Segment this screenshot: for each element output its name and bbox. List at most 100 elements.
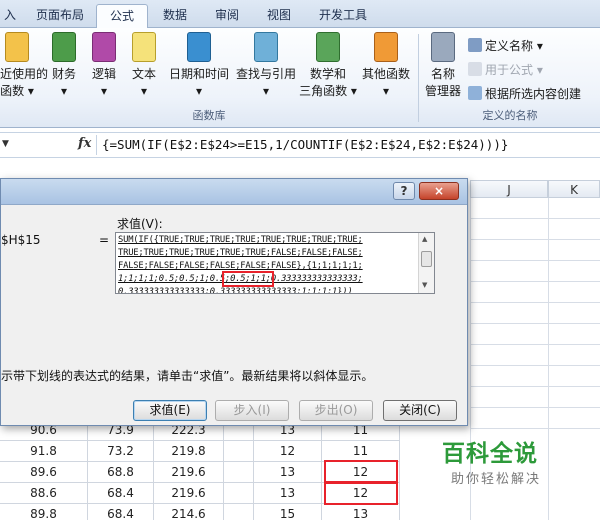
formula-bar-divider — [96, 135, 97, 155]
gridline — [470, 386, 600, 387]
cell[interactable]: 12 — [254, 441, 322, 462]
help-button[interactable]: ? — [393, 182, 415, 200]
evaluation-label: 求值(V): — [117, 217, 163, 231]
cell[interactable]: 91.8 — [0, 441, 88, 462]
lookup-book-icon — [254, 32, 278, 62]
logical-button[interactable]: 逻辑 ▾ — [88, 32, 120, 104]
group-divider — [418, 34, 419, 122]
use-in-formula-button[interactable]: 用于公式 ▾ — [468, 60, 543, 80]
dialog-close-button[interactable]: × — [419, 182, 459, 200]
formula-input[interactable]: {=SUM(IF(E$2:E$24>=E15,1/COUNTIF(E$2:E$2… — [102, 137, 508, 152]
defined-names-group-label: 定义的名称 — [482, 109, 538, 122]
define-name-icon — [468, 38, 482, 52]
cell[interactable]: 68.4 — [88, 504, 154, 520]
cell[interactable] — [224, 441, 254, 462]
watermark-title: 百科全说 — [442, 441, 538, 467]
cell[interactable] — [224, 504, 254, 520]
gridline — [470, 407, 600, 408]
gridline — [470, 260, 600, 261]
gridline — [470, 428, 600, 429]
function-library-group-label: 函数库 — [192, 109, 226, 122]
step-in-button[interactable]: 步入(I) — [215, 400, 289, 421]
scroll-thumb[interactable] — [421, 251, 432, 267]
table-row: 91.8 73.2 219.8 12 11 — [0, 441, 400, 462]
step-out-button[interactable]: 步出(O) — [299, 400, 373, 421]
more-functions-button[interactable]: 其他函数 ▾ — [358, 32, 414, 104]
tab-formulas[interactable]: 公式 — [96, 4, 148, 29]
date-time-button[interactable]: 日期和时间 ▾ — [164, 32, 234, 104]
scroll-down-icon[interactable]: ▼ — [422, 281, 427, 289]
evaluation-scrollbar[interactable]: ▲ ▼ — [418, 233, 434, 293]
insert-function-icon[interactable]: fx — [78, 136, 91, 151]
gridline — [470, 344, 600, 345]
cell[interactable]: 13 — [322, 504, 400, 520]
evaluation-box[interactable]: SUM(IF({TRUE;TRUE;TRUE;TRUE;TRUE;TRUE;TR… — [115, 232, 435, 294]
recently-used-button[interactable]: 最近使用的 函数 ▾ — [0, 32, 48, 104]
scroll-up-icon[interactable]: ▲ — [422, 235, 427, 243]
evaluation-line: 0.333333333333333;0.333333333333333;1;1;… — [118, 287, 353, 294]
cell[interactable]: 11 — [322, 441, 400, 462]
date-time-book-icon — [187, 32, 211, 62]
fx-formula-icon — [468, 62, 482, 76]
tab-insert[interactable]: 入 — [0, 4, 20, 28]
column-header-k[interactable]: K — [548, 180, 600, 198]
table-row: 89.8 68.4 214.6 15 13 — [0, 504, 400, 520]
text-book-icon — [132, 32, 156, 62]
evaluate-formula-dialog: ? × $H$15 = 求值(V): SUM(IF({TRUE;TRUE;TRU… — [0, 178, 468, 426]
lookup-reference-button[interactable]: 查找与引用 ▾ — [234, 32, 298, 104]
tab-view[interactable]: 视图 — [256, 4, 302, 28]
cell[interactable]: 89.8 — [0, 504, 88, 520]
highlight-box — [324, 481, 398, 505]
tab-data[interactable]: 数据 — [152, 4, 198, 28]
cell[interactable]: 13 — [254, 483, 322, 504]
math-trig-button[interactable]: 数学和 三角函数 ▾ — [298, 32, 358, 104]
ribbon-tab-bar: 入 页面布局 公式 数据 审阅 视图 开发工具 — [0, 0, 600, 29]
gridline — [470, 281, 600, 282]
define-name-button[interactable]: 定义名称 ▾ — [468, 36, 543, 56]
tab-developer[interactable]: 开发工具 — [308, 4, 378, 28]
cell[interactable]: 89.6 — [0, 462, 88, 483]
cell[interactable]: 73.2 — [88, 441, 154, 462]
cell[interactable]: 15 — [254, 504, 322, 520]
cell[interactable]: 13 — [254, 462, 322, 483]
cell[interactable]: 214.6 — [154, 504, 224, 520]
evaluation-line: SUM(IF({TRUE;TRUE;TRUE;TRUE;TRUE;TRUE;TR… — [118, 235, 363, 245]
tab-review[interactable]: 审阅 — [204, 4, 250, 28]
financial-button[interactable]: 财务 ▾ — [48, 32, 80, 104]
column-header-j[interactable]: J — [470, 180, 548, 198]
cell[interactable]: 219.6 — [154, 462, 224, 483]
reference-label: $H$15 — [1, 233, 41, 247]
cell[interactable]: 68.4 — [88, 483, 154, 504]
create-from-selection-button[interactable]: 根据所选内容创建 — [468, 84, 581, 104]
financial-book-icon — [52, 32, 76, 62]
dialog-title-bar[interactable]: ? × — [1, 179, 467, 205]
star-icon — [5, 32, 29, 62]
gridline — [470, 365, 600, 366]
math-trig-book-icon — [316, 32, 340, 62]
gridline — [470, 239, 600, 240]
cell[interactable]: 219.8 — [154, 441, 224, 462]
highlight-box — [222, 271, 274, 287]
evaluation-line: TRUE;TRUE;TRUE;TRUE;TRUE;TRUE;FALSE;FALS… — [118, 248, 363, 258]
gridline — [470, 218, 600, 219]
name-manager-icon — [431, 32, 455, 62]
cell[interactable] — [224, 462, 254, 483]
watermark-logo: 百科全说 助你轻松解决 — [424, 434, 574, 490]
ribbon-formulas: 最近使用的 函数 ▾ 财务 ▾ 逻辑 ▾ 文本 ▾ 日期和时间 ▾ 查找与引用 … — [0, 28, 600, 128]
cell[interactable] — [224, 483, 254, 504]
cell[interactable]: 88.6 — [0, 483, 88, 504]
formula-bar: ▼ fx {=SUM(IF(E$2:E$24>=E15,1/COUNTIF(E$… — [0, 132, 600, 158]
evaluate-button[interactable]: 求值(E) — [133, 400, 207, 421]
logical-book-icon — [92, 32, 116, 62]
name-box-dropdown-icon[interactable]: ▼ — [2, 139, 9, 149]
text-button[interactable]: 文本 ▾ — [128, 32, 160, 104]
dialog-close-text-button[interactable]: 关闭(C) — [383, 400, 457, 421]
name-manager-button[interactable]: 名称 管理器 — [422, 32, 464, 104]
create-from-selection-icon — [468, 86, 482, 100]
cell[interactable]: 68.8 — [88, 462, 154, 483]
dialog-hint: 示带下划线的表达式的结果，请单击“求值”。最新结果将以斜体显示。 — [1, 369, 374, 383]
tab-page-layout[interactable]: 页面布局 — [26, 4, 94, 28]
watermark-subtitle: 助你轻松解决 — [451, 472, 542, 487]
cell[interactable]: 219.6 — [154, 483, 224, 504]
more-functions-book-icon — [374, 32, 398, 62]
